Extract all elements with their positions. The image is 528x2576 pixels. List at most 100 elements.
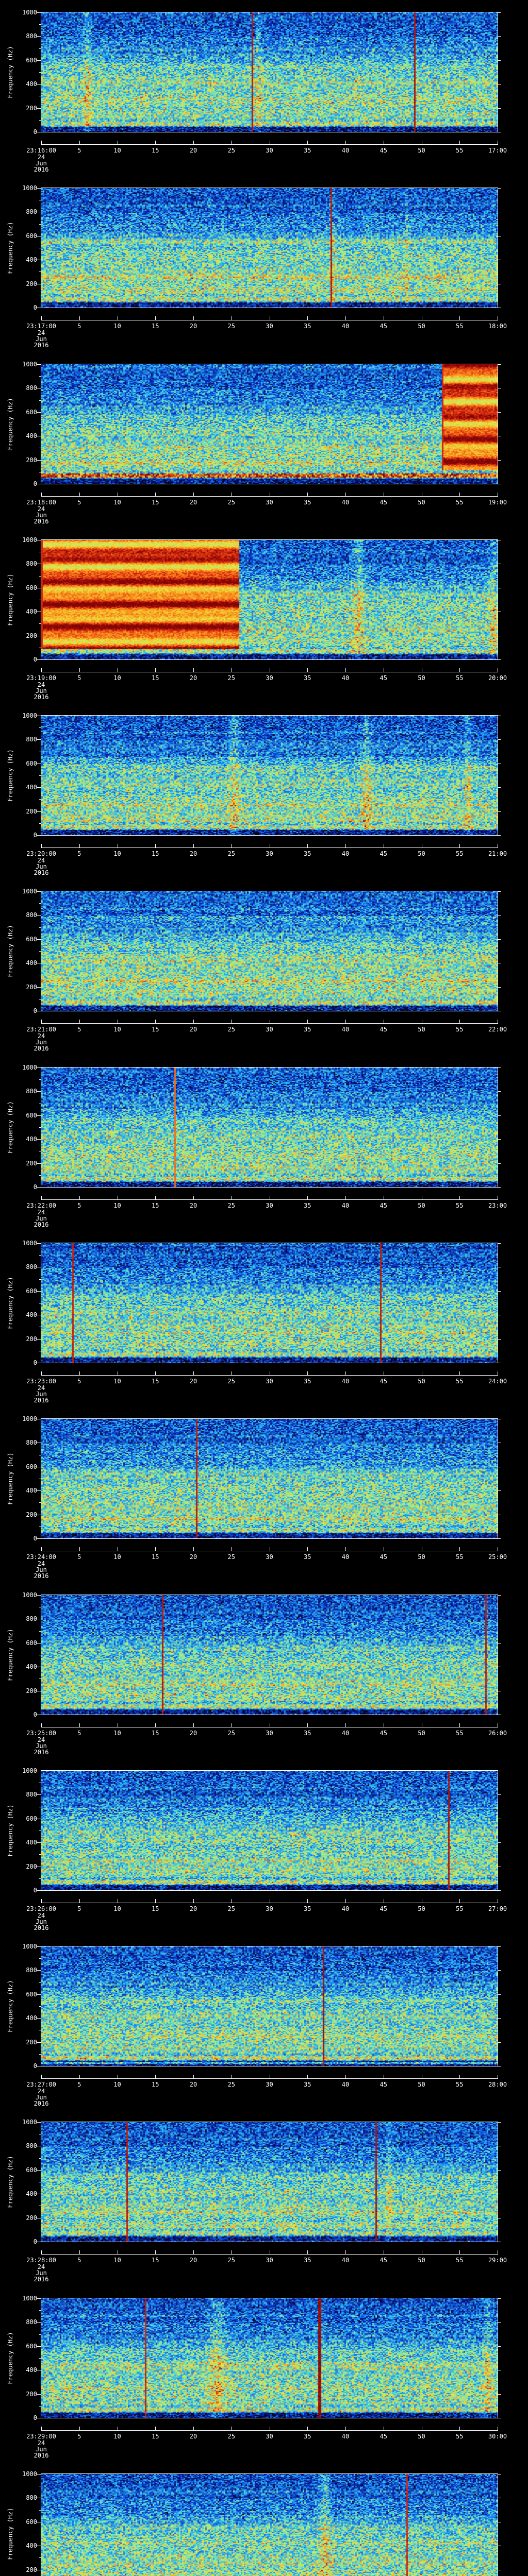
x-tick-mark: [459, 2250, 460, 2255]
plot-frame: [41, 715, 498, 836]
x-tick-mark: [193, 2426, 194, 2430]
x-tick-mark: [41, 2075, 42, 2079]
x-tick-label: 30: [266, 147, 273, 154]
y-axis-title: Frequency (Hz): [7, 222, 14, 274]
x-tick-label: 25: [227, 674, 235, 682]
x-tick-mark: [459, 1723, 460, 1727]
x-tick-mark: [155, 492, 156, 496]
x-tick-mark: [459, 316, 460, 320]
y-tick-label: 800: [26, 1263, 37, 1270]
x-tick-label: 25: [227, 2081, 235, 2089]
x-tick-label: 45: [380, 1553, 387, 1561]
x-tick-label: 35: [304, 498, 311, 506]
end-time-label: 23:00: [488, 1201, 507, 1209]
y-tick-label: 200: [26, 1159, 37, 1167]
x-tick-mark: [79, 1547, 80, 1551]
y-tick-mark-right: [498, 188, 501, 189]
x-tick-label: 30: [266, 498, 273, 506]
x-tick-label: 45: [380, 147, 387, 154]
y-tick-label: 600: [26, 1111, 37, 1119]
x-tick-mark: [459, 141, 460, 144]
x-tick-label: 30: [266, 2432, 273, 2440]
x-tick-label: 20: [189, 1377, 197, 1385]
y-tick-label: 0: [33, 2414, 37, 2421]
x-tick-label: 20: [189, 147, 197, 154]
y-tick-label: 1000: [22, 360, 37, 368]
x-tick-label: 20: [189, 2081, 197, 2089]
y-tick-label: 0: [33, 832, 37, 839]
spectrogram-canvas: [41, 2298, 498, 2418]
y-tick-label: 0: [33, 480, 37, 487]
y-tick-label: 800: [26, 736, 37, 743]
x-tick-label: 5: [77, 1729, 81, 1737]
x-tick-label: 45: [380, 1026, 387, 1033]
x-tick-mark: [155, 2250, 156, 2255]
x-tick-label: 10: [113, 323, 121, 330]
x-tick-label: 25: [227, 2432, 235, 2440]
y-tick-label: 1000: [22, 712, 37, 720]
x-tick-label: 50: [418, 498, 425, 506]
y-tick-label: 600: [26, 2166, 37, 2174]
x-tick-mark: [307, 2075, 308, 2079]
end-time-label: 21:00: [488, 850, 507, 858]
y-tick-mark-right: [498, 2346, 501, 2347]
date-line: 2016: [34, 1045, 49, 1053]
x-tick-label: 40: [341, 2081, 350, 2089]
x-tick-label: 55: [456, 1201, 464, 1209]
x-tick-label: 50: [418, 1905, 425, 1912]
y-tick-mark-right: [498, 739, 501, 740]
spectrogram-canvas: [41, 12, 498, 132]
x-axis-line: [41, 2430, 498, 2431]
x-tick-mark: [155, 1723, 156, 1727]
spectrogram-canvas: [41, 539, 498, 659]
x-tick-mark: [193, 1899, 194, 1903]
x-tick-label: 45: [380, 2257, 387, 2264]
date-line: 2016: [34, 1572, 49, 1580]
x-tick-mark: [41, 1195, 42, 1199]
x-tick-label: 35: [304, 323, 311, 330]
plot-frame: [41, 1946, 498, 2067]
x-tick-label: 5: [77, 1377, 81, 1385]
x-tick-label: 45: [380, 1905, 387, 1912]
plot-frame: [41, 1770, 498, 1891]
y-tick-mark-right: [498, 987, 501, 988]
y-tick-label: 800: [26, 911, 37, 919]
y-tick-label: 0: [33, 2238, 37, 2246]
date-line: 2016: [34, 517, 49, 525]
x-tick-label: 35: [304, 2081, 311, 2089]
x-axis-line: [41, 496, 498, 497]
spectrogram-panel: Frequency (Hz) 0 200 400 600 800 1000 5 10 15 20 25…: [0, 1406, 528, 1583]
y-tick-mark-right: [498, 1946, 501, 1947]
x-tick-label: 45: [380, 674, 387, 682]
x-tick-mark: [307, 1723, 308, 1727]
x-tick-mark: [307, 1195, 308, 1199]
y-tick-label: 600: [26, 1991, 37, 1998]
x-tick-label: 50: [418, 674, 425, 682]
x-tick-label: 5: [77, 2081, 81, 2089]
y-tick-label: 400: [26, 1663, 37, 1670]
x-tick-label: 40: [341, 2257, 350, 2264]
x-axis-line: [41, 2254, 498, 2255]
y-tick-mark-right: [498, 939, 501, 940]
y-tick-label: 800: [26, 1615, 37, 1622]
y-tick-label: 400: [26, 1487, 37, 1495]
date-line: 2016: [34, 1221, 49, 1228]
y-tick-label: 0: [33, 655, 37, 663]
x-tick-label: 30: [266, 1026, 273, 1033]
y-tick-label: 1000: [22, 184, 37, 192]
y-tick-label: 600: [26, 408, 37, 416]
x-tick-label: 40: [341, 2432, 350, 2440]
x-tick-mark: [345, 141, 346, 144]
y-tick-label: 200: [26, 2390, 37, 2398]
y-tick-label: 400: [26, 959, 37, 967]
spectrogram-canvas: [41, 1419, 498, 1539]
x-tick-label: 40: [341, 1377, 350, 1385]
x-tick-mark: [79, 1195, 80, 1199]
x-tick-label: 45: [380, 1201, 387, 1209]
y-tick-label: 600: [26, 936, 37, 943]
spectrogram-panel: Frequency (Hz) 0 200 400 600 800 1000 5 10 15 20 25…: [0, 0, 528, 176]
x-tick-mark: [155, 316, 156, 320]
x-tick-mark: [79, 492, 80, 496]
x-tick-label: 30: [266, 1729, 273, 1737]
y-tick-mark-right: [498, 1187, 501, 1188]
